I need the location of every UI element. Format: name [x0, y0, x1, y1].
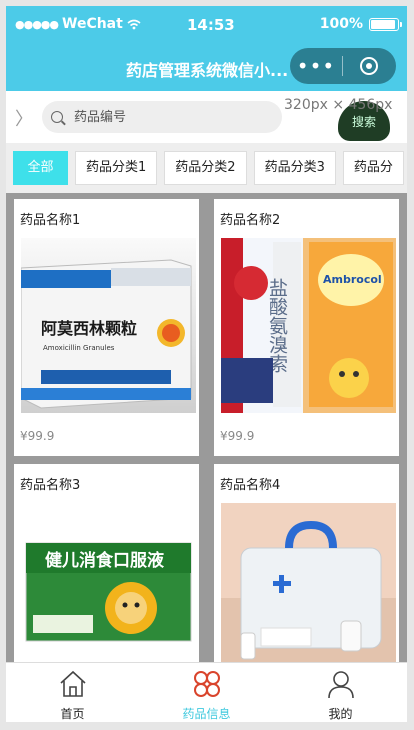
product-image: 阿莫西林颗粒 Amoxicillin Granules — [21, 238, 196, 413]
product-card[interactable]: 药品名称2 盐酸氨溴索 Ambrocol ¥99.9 — [214, 199, 399, 456]
tab-mine[interactable]: 我的 — [274, 663, 407, 722]
navigation-bar: 药店管理系统微信小... ••• — [6, 44, 407, 91]
page-title: 药店管理系统微信小... — [126, 61, 289, 80]
category-tab-1[interactable]: 药品分类1 — [75, 151, 158, 185]
tab-home[interactable]: 首页 — [6, 663, 139, 722]
product-image-subtitle: Amoxicillin Granules — [43, 344, 115, 352]
more-dots-icon[interactable]: ••• — [290, 48, 342, 84]
search-input[interactable] — [72, 108, 266, 126]
tab-label: 药品信息 — [182, 707, 231, 721]
product-name: 药品名称2 — [220, 213, 281, 228]
tab-label: 我的 — [328, 707, 353, 721]
search-bar: 〉 搜索 320px × 456px — [6, 91, 407, 143]
product-price: ¥99.9 — [220, 429, 255, 443]
product-card[interactable]: 药品名称4 — [214, 464, 399, 662]
close-target-button[interactable] — [343, 57, 395, 75]
phone-frame: ●●●●● WeChat 14:53 100% 药店管理系统微信小... •••… — [6, 6, 407, 722]
product-card[interactable]: 药品名称3 健儿消食口服液 — [14, 464, 199, 662]
product-name: 药品名称3 — [20, 478, 81, 493]
tab-label: 首页 — [60, 707, 85, 721]
dimension-overlay: 320px × 456px — [284, 97, 393, 113]
product-image — [221, 503, 396, 662]
product-name: 药品名称1 — [20, 213, 81, 228]
product-grid: 药品名称1 阿莫西林颗粒 Amoxicillin Granules ¥99.9 — [6, 193, 407, 662]
bottom-tab-bar: 首页 药品信息 我的 — [6, 662, 407, 722]
category-tab-3[interactable]: 药品分类3 — [253, 151, 336, 185]
battery-percent: 100% — [319, 16, 363, 32]
chevron-left-icon[interactable]: 〉 — [15, 105, 33, 131]
user-icon — [327, 671, 354, 699]
mini-program-capsule: ••• — [290, 48, 396, 84]
status-bar: ●●●●● WeChat 14:53 100% — [6, 6, 407, 44]
carrier-info: ●●●●● WeChat — [15, 16, 141, 32]
search-box — [42, 101, 282, 133]
carrier-name: WeChat — [62, 16, 123, 32]
product-image-subtitle: Ambrocol — [323, 273, 382, 286]
grid-flower-icon — [193, 671, 220, 697]
product-image-title: 阿莫西林颗粒 — [41, 319, 137, 338]
category-tab-2[interactable]: 药品分类2 — [164, 151, 247, 185]
target-icon — [360, 57, 378, 75]
category-tab-all[interactable]: 全部 — [13, 151, 68, 185]
product-card[interactable]: 药品名称1 阿莫西林颗粒 Amoxicillin Granules ¥99.9 — [14, 199, 199, 456]
wifi-icon — [127, 19, 141, 29]
product-image: 盐酸氨溴索 Ambrocol — [221, 238, 396, 413]
status-time: 14:53 — [187, 16, 235, 34]
category-tab-4[interactable]: 药品分 — [342, 151, 404, 185]
search-icon — [42, 111, 72, 123]
battery-icon — [369, 17, 402, 31]
product-name: 药品名称4 — [220, 478, 281, 493]
product-price: ¥99.9 — [20, 429, 55, 443]
home-icon — [59, 670, 86, 697]
category-tabs: 全部 药品分类1 药品分类2 药品分类3 药品分 — [6, 143, 407, 193]
signal-icon: ●●●●● — [15, 17, 59, 31]
tab-drug-info[interactable]: 药品信息 — [140, 663, 273, 722]
product-image: 健儿消食口服液 — [21, 503, 196, 662]
product-image-title: 健儿消食口服液 — [45, 550, 164, 571]
battery-info: 100% — [319, 16, 402, 32]
